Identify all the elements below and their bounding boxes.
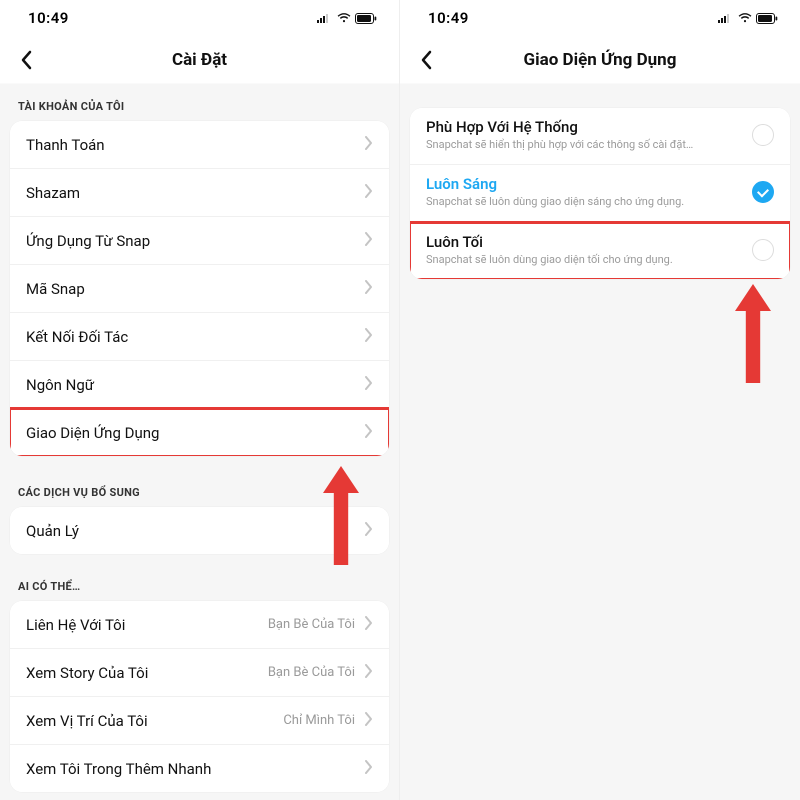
chevron-right-icon xyxy=(365,375,373,394)
radio-icon xyxy=(752,239,774,261)
status-icons xyxy=(317,13,377,24)
chevron-right-icon xyxy=(365,423,373,442)
phone-settings: 10:49 Cài Đặt TÀI KHOẢN CỦA TÔI Thanh To… xyxy=(0,0,400,800)
option-subtitle: Snapchat sẽ hiển thị phù hợp với các thô… xyxy=(426,138,693,152)
page-title: Giao Diện Ứng Dụng xyxy=(524,50,677,70)
row-giao-dien-ung-dung[interactable]: Giao Diện Ứng Dụng xyxy=(10,409,389,456)
row-xem-them-nhanh[interactable]: Xem Tôi Trong Thêm Nhanh xyxy=(10,745,389,792)
option-always-dark[interactable]: Luôn Tối Snapchat sẽ luôn dùng giao diện… xyxy=(410,223,790,279)
chevron-right-icon xyxy=(365,759,373,778)
nav-bar: Giao Diện Ứng Dụng xyxy=(400,36,800,84)
option-title: Phù Hợp Với Hệ Thống xyxy=(426,118,693,136)
row-thanh-toan[interactable]: Thanh Toán xyxy=(10,121,389,169)
row-label: Xem Story Của Tôi xyxy=(26,664,148,682)
wifi-icon xyxy=(738,13,752,23)
row-label: Thanh Toán xyxy=(26,136,105,154)
row-xem-story[interactable]: Xem Story Của Tôi Bạn Bè Của Tôi xyxy=(10,649,389,697)
group-whocan: Liên Hệ Với Tôi Bạn Bè Của Tôi Xem Story… xyxy=(10,601,389,792)
section-header-account: TÀI KHOẢN CỦA TÔI xyxy=(0,84,399,121)
status-time: 10:49 xyxy=(28,9,69,27)
chevron-right-icon xyxy=(365,615,373,634)
option-subtitle: Snapchat sẽ luôn dùng giao diện sáng cho… xyxy=(426,195,684,209)
page-title: Cài Đặt xyxy=(172,50,227,70)
chevron-right-icon xyxy=(365,279,373,298)
row-value: Chỉ Mình Tôi xyxy=(283,713,355,728)
row-label: Shazam xyxy=(26,184,80,202)
chevron-left-icon xyxy=(420,50,432,70)
row-xem-vi-tri[interactable]: Xem Vị Trí Của Tôi Chỉ Mình Tôi xyxy=(10,697,389,745)
option-title: Luôn Tối xyxy=(426,233,673,251)
battery-icon xyxy=(355,13,377,24)
row-label: Mã Snap xyxy=(26,280,85,298)
row-ung-dung-tu-snap[interactable]: Ứng Dụng Từ Snap xyxy=(10,217,389,265)
row-label: Ứng Dụng Từ Snap xyxy=(26,232,150,250)
cellular-icon xyxy=(317,13,333,23)
row-label: Xem Tôi Trong Thêm Nhanh xyxy=(26,760,211,778)
section-header-whocan: AI CÓ THỂ… xyxy=(0,554,399,601)
row-shazam[interactable]: Shazam xyxy=(10,169,389,217)
status-bar: 10:49 xyxy=(400,0,800,36)
annotation-arrow-icon xyxy=(735,284,771,383)
group-services: Quản Lý xyxy=(10,507,389,554)
chevron-right-icon xyxy=(365,327,373,346)
row-label: Kết Nối Đối Tác xyxy=(26,328,128,346)
row-ma-snap[interactable]: Mã Snap xyxy=(10,265,389,313)
option-always-light[interactable]: Luôn Sáng Snapchat sẽ luôn dùng giao diệ… xyxy=(410,165,790,222)
back-button[interactable] xyxy=(14,48,38,72)
row-ngon-ngu[interactable]: Ngôn Ngữ xyxy=(10,361,389,409)
row-label: Giao Diện Ứng Dụng xyxy=(26,424,159,442)
option-match-system[interactable]: Phù Hợp Với Hệ Thống Snapchat sẽ hiển th… xyxy=(410,108,790,165)
row-label: Ngôn Ngữ xyxy=(26,376,94,394)
cellular-icon xyxy=(718,13,734,23)
row-lien-he-voi-toi[interactable]: Liên Hệ Với Tôi Bạn Bè Của Tôi xyxy=(10,601,389,649)
chevron-left-icon xyxy=(20,50,32,70)
chevron-right-icon xyxy=(365,183,373,202)
option-subtitle: Snapchat sẽ luôn dùng giao diện tối cho … xyxy=(426,253,673,267)
chevron-right-icon xyxy=(365,135,373,154)
back-button[interactable] xyxy=(414,48,438,72)
radio-icon xyxy=(752,124,774,146)
option-title: Luôn Sáng xyxy=(426,175,684,193)
chevron-right-icon xyxy=(365,663,373,682)
row-value: Bạn Bè Của Tôi xyxy=(268,617,355,632)
phone-appearance: 10:49 Giao Diện Ứng Dụng Phù Hợp Với Hệ … xyxy=(400,0,800,800)
row-label: Liên Hệ Với Tôi xyxy=(26,616,125,634)
section-header-services: CÁC DỊCH VỤ BỔ SUNG xyxy=(0,456,399,507)
row-ket-noi-doi-tac[interactable]: Kết Nối Đối Tác xyxy=(10,313,389,361)
chevron-right-icon xyxy=(365,711,373,730)
status-icons xyxy=(718,13,778,24)
chevron-right-icon xyxy=(365,521,373,540)
status-bar: 10:49 xyxy=(0,0,399,36)
battery-icon xyxy=(756,13,778,24)
chevron-right-icon xyxy=(365,231,373,250)
appearance-content: Phù Hợp Với Hệ Thống Snapchat sẽ hiển th… xyxy=(400,84,800,800)
row-value: Bạn Bè Của Tôi xyxy=(268,665,355,680)
nav-bar: Cài Đặt xyxy=(0,36,399,84)
row-label: Xem Vị Trí Của Tôi xyxy=(26,712,148,730)
row-quan-ly[interactable]: Quản Lý xyxy=(10,507,389,554)
wifi-icon xyxy=(337,13,351,23)
appearance-options: Phù Hợp Với Hệ Thống Snapchat sẽ hiển th… xyxy=(410,108,790,279)
row-label: Quản Lý xyxy=(26,522,79,540)
group-account: Thanh Toán Shazam Ứng Dụng Từ Snap Mã Sn… xyxy=(10,121,389,456)
status-time: 10:49 xyxy=(428,9,469,27)
radio-checked-icon xyxy=(752,181,774,203)
settings-content: TÀI KHOẢN CỦA TÔI Thanh Toán Shazam Ứng … xyxy=(0,84,399,800)
